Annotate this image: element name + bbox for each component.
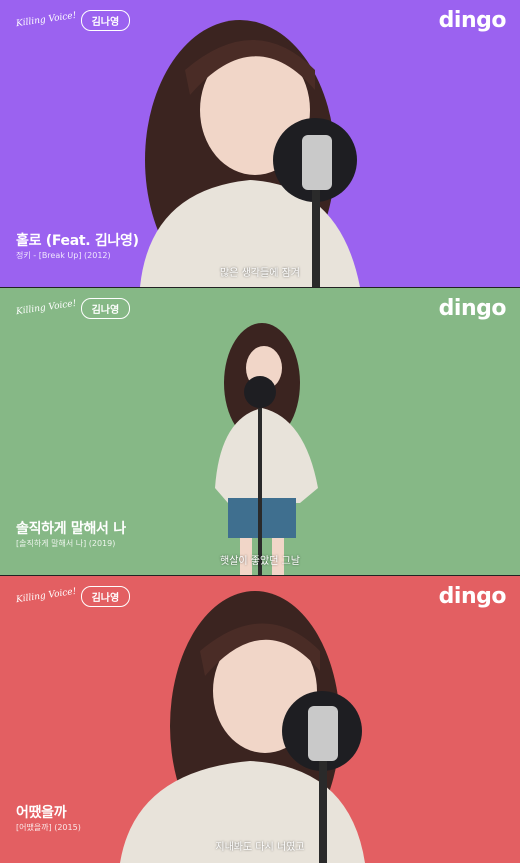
lyric-caption: 햇살이 좋았던 그날 — [220, 556, 300, 567]
killing-voice-logo: Killing Voice! — [15, 298, 77, 318]
killing-voice-badge: Killing Voice! 김나영 — [15, 298, 131, 319]
dingo-logo: dingo — [438, 584, 507, 609]
artist-name-pill: 김나영 — [80, 298, 131, 319]
song-subtitle: 정키 - [Break Up] (2012) — [16, 251, 111, 260]
song-title: 솔직하게 말해서 나 — [16, 521, 126, 537]
song-title: 홀로 (Feat. 김나영) — [16, 233, 139, 249]
lyric-caption: 지내봐도 다시 너였고 — [215, 842, 305, 853]
video-frame-1: Killing Voice! 김나영 dingo 홀로 (Feat. 김나영) … — [0, 0, 520, 287]
lyric-caption: 많은 생각들에 잠겨 — [220, 268, 300, 279]
killing-voice-badge: Killing Voice! 김나영 — [15, 586, 131, 607]
dingo-logo: dingo — [438, 296, 507, 321]
song-subtitle: [솔직하게 말해서 나] (2019) — [16, 539, 116, 548]
killing-voice-badge: Killing Voice! 김나영 — [15, 10, 131, 31]
song-title: 어땠을까 — [16, 805, 67, 821]
video-frame-2: Killing Voice! 김나영 dingo 솔직하게 말해서 나 [솔직하… — [0, 288, 520, 575]
killing-voice-logo: Killing Voice! — [15, 10, 77, 30]
singer-closeup-image — [120, 591, 365, 863]
killing-voice-logo: Killing Voice! — [15, 586, 77, 606]
artist-name-pill: 김나영 — [80, 586, 131, 607]
dingo-logo: dingo — [438, 8, 507, 33]
artist-name-pill: 김나영 — [80, 10, 131, 31]
video-frame-3: Killing Voice! 김나영 dingo 어땠을까 [어땠을까] (20… — [0, 576, 520, 863]
song-subtitle: [어땠을까] (2015) — [16, 823, 81, 832]
